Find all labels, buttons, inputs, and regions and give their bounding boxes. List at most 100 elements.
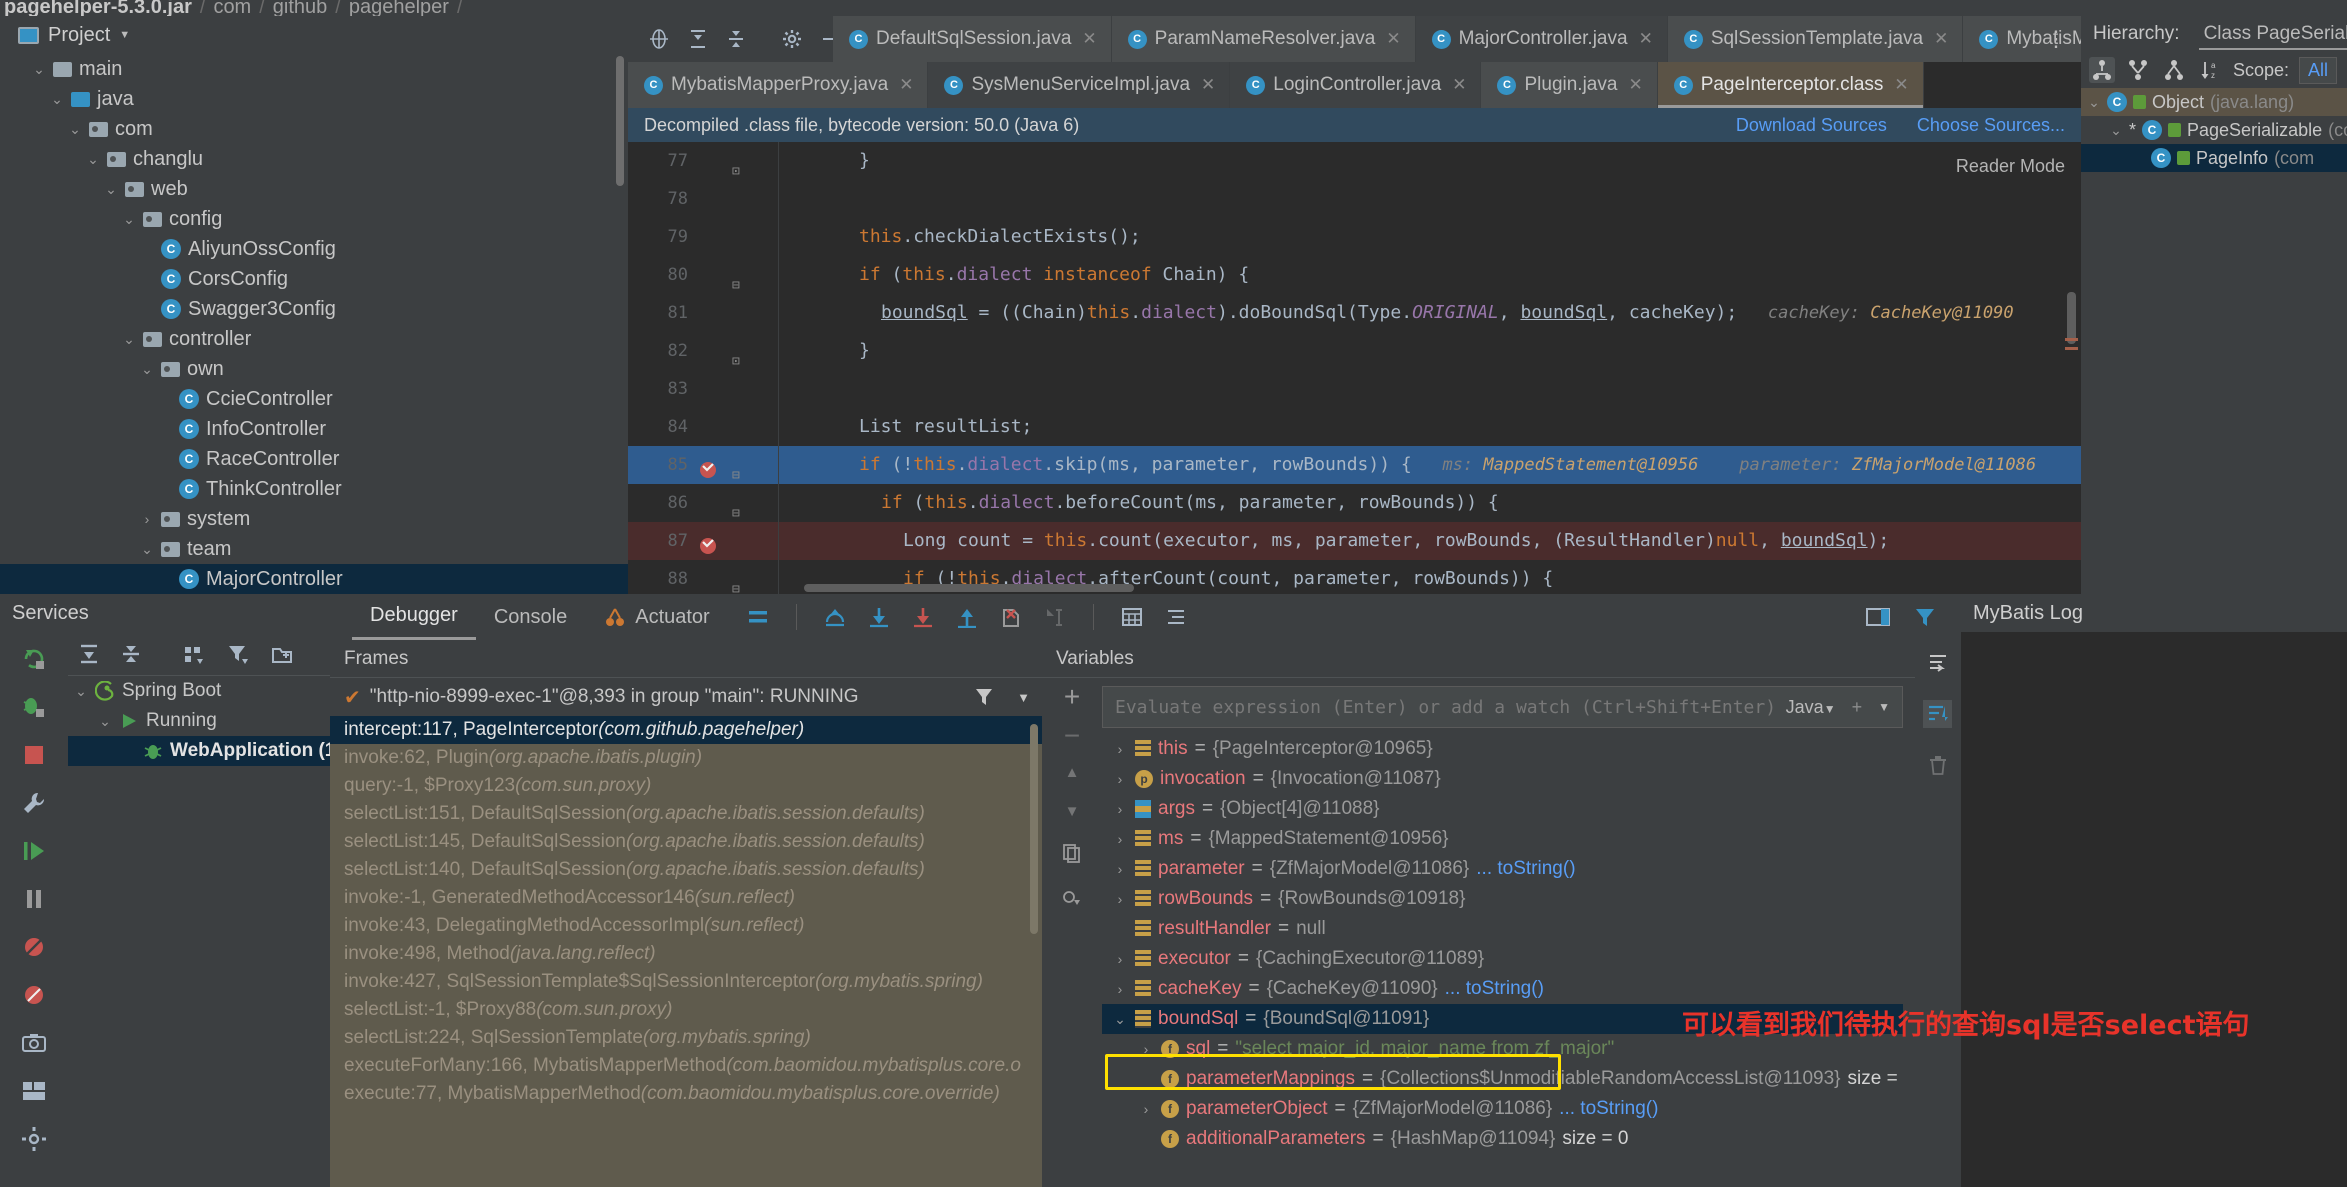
code-line-81[interactable]: 81boundSql = ((Chain)this.dialect).doBou… (628, 294, 2081, 332)
chevron-right-icon[interactable]: › (1112, 861, 1128, 877)
project-tree-item-swagger3config[interactable]: CSwagger3Config (0, 294, 628, 324)
thread-selector[interactable]: ✔ "http-nio-8999-exec-1"@8,393 in group … (330, 678, 1042, 716)
more-vertical-icon[interactable]: ⋮ (2045, 28, 2067, 50)
frame-item[interactable]: invoke:43, DelegatingMethodAccessorImpl … (330, 912, 1042, 940)
variable-row-executor[interactable]: ›executor = {CachingExecutor@11089} (1102, 944, 1903, 974)
run-to-cursor-icon[interactable] (1043, 606, 1067, 628)
frames-pane[interactable]: Frames ✔ "http-nio-8999-exec-1"@8,393 in… (330, 640, 1042, 1187)
code-line-84[interactable]: 84List resultList; (628, 408, 2081, 446)
project-tree-item-racecontroller[interactable]: CRaceController (0, 444, 628, 474)
settings-icon[interactable] (782, 29, 802, 49)
variables-pane[interactable]: Variables + − ▲ ▼ Evaluate expression (E… (1042, 640, 1961, 1187)
project-tool-window[interactable]: Project ▼ ⌄main⌄java⌄com⌄changlu⌄web⌄con… (0, 16, 628, 594)
frame-item[interactable]: intercept:117, PageInterceptor (com.gith… (330, 716, 1042, 744)
variable-row-this[interactable]: ›this = {PageInterceptor@10965} (1102, 734, 1903, 764)
mute-breakpoints-icon[interactable] (21, 934, 47, 960)
chevron-right-icon[interactable]: › (1138, 1101, 1154, 1117)
locate-icon[interactable] (648, 28, 670, 50)
filter-icon[interactable] (226, 643, 250, 665)
frame-item[interactable]: invoke:-1, GeneratedMethodAccessor146 (s… (330, 884, 1042, 912)
rerun-icon[interactable] (21, 646, 47, 672)
stop-icon[interactable] (21, 742, 47, 768)
project-tree-item-system[interactable]: ›system (0, 504, 628, 534)
chevron-down-icon[interactable]: ⌄ (122, 211, 136, 228)
chevron-down-icon[interactable]: ⌄ (32, 61, 46, 78)
chevron-right-icon[interactable]: › (1112, 981, 1128, 997)
fold-start-icon[interactable]: ⊟ (732, 571, 740, 594)
variable-row-args[interactable]: ›args = {Object[4]@11088} (1102, 794, 1903, 824)
collapse-all-icon[interactable] (726, 28, 746, 50)
breakpoint-icon[interactable] (698, 531, 718, 551)
layout-icon[interactable] (1865, 606, 1891, 628)
subtypes-icon[interactable] (2161, 57, 2187, 83)
hierarchy-subject[interactable]: Class PageSerializable (2204, 23, 2347, 45)
chevron-down-icon[interactable]: ⌄ (2087, 94, 2101, 111)
debugger-tabs[interactable]: Debugger Console Actuator (330, 594, 1961, 640)
services-toolbar[interactable] (68, 632, 330, 676)
chevron-right-icon[interactable]: › (1112, 831, 1128, 847)
variable-row-rowBounds[interactable]: ›rowBounds = {RowBounds@10918} (1102, 884, 1903, 914)
frame-item[interactable]: invoke:427, SqlSessionTemplate$SqlSessio… (330, 968, 1042, 996)
chevron-down-icon[interactable]: ⌄ (68, 121, 82, 138)
frame-item[interactable]: selectList:145, DefaultSqlSession (org.a… (330, 828, 1042, 856)
variable-row-additionalParameters[interactable]: fadditionalParameters = {HashMap@11094} … (1102, 1124, 1903, 1154)
chevron-right-icon[interactable]: › (1138, 1041, 1154, 1057)
frame-item[interactable]: selectList:224, SqlSessionTemplate (org.… (330, 1024, 1042, 1052)
frame-item[interactable]: selectList:140, DefaultSqlSession (org.a… (330, 856, 1042, 884)
step-into-icon[interactable] (867, 606, 891, 628)
force-step-into-icon[interactable] (911, 606, 935, 628)
hierarchy-item-object[interactable]: ⌄CObject (java.lang) (2081, 88, 2347, 116)
variable-row-cacheKey[interactable]: ›cacheKey = {CacheKey@11090} ... toStrin… (1102, 974, 1903, 1004)
frame-item[interactable]: invoke:62, Plugin (org.apache.ibatis.plu… (330, 744, 1042, 772)
editor-vertical-scrollbar[interactable] (2067, 292, 2076, 344)
chevron-right-icon[interactable]: › (1112, 801, 1128, 817)
services-tool-window[interactable]: Services (0, 594, 330, 1187)
editor-tabstrip-2[interactable]: CMybatisMapperProxy.java✕CSysMenuService… (628, 62, 1924, 108)
hierarchy-toolbar[interactable]: az Scope: All (2081, 52, 2347, 88)
variable-row-parameterObject[interactable]: ›fparameterObject = {ZfMajorModel@11086}… (1102, 1094, 1903, 1124)
supertypes-icon[interactable] (2125, 57, 2151, 83)
tab-debugger[interactable]: Debugger (352, 594, 476, 640)
code-line-80[interactable]: 80⊟if (this.dialect instanceof Chain) { (628, 256, 2081, 294)
tab-console[interactable]: Console (476, 594, 585, 640)
tostring-link[interactable]: ... toString() (1476, 858, 1575, 880)
variable-row-parameter[interactable]: ›parameter = {ZfMajorModel@11086} ... to… (1102, 854, 1903, 884)
breadcrumb-jar[interactable]: pagehelper-5.3.0.jar (4, 0, 192, 16)
chevron-down-icon[interactable]: ⌄ (74, 683, 88, 700)
chevron-down-icon[interactable]: ⌄ (140, 541, 154, 558)
project-tree-item-majorcontroller[interactable]: CMajorController (0, 564, 628, 594)
project-tree-item-config[interactable]: ⌄config (0, 204, 628, 234)
frame-item[interactable]: execute:77, MybatisMapperMethod (com.bao… (330, 1080, 1042, 1108)
chevron-down-icon[interactable]: ⌄ (2109, 122, 2123, 139)
variable-row-parameterMappings[interactable]: fparameterMappings = {Collections$Unmodi… (1102, 1064, 1903, 1094)
editor-tab-paramnameresolver-java[interactable]: CParamNameResolver.java✕ (1112, 16, 1416, 62)
project-tree-item-own[interactable]: ⌄own (0, 354, 628, 384)
drop-frame-icon[interactable] (999, 606, 1023, 628)
frame-item[interactable]: selectList:151, DefaultSqlSession (org.a… (330, 800, 1042, 828)
mute-icon[interactable] (1164, 606, 1188, 628)
close-icon[interactable]: ✕ (1628, 75, 1642, 95)
expand-all-icon[interactable] (688, 28, 708, 50)
add-watch-icon[interactable]: + (1852, 697, 1863, 718)
step-over-icon[interactable] (823, 606, 847, 628)
frame-item[interactable]: executeForMany:166, MybatisMapperMethod … (330, 1052, 1042, 1080)
breadcrumb-part-1[interactable]: github (273, 0, 328, 16)
project-tree-item-web[interactable]: ⌄web (0, 174, 628, 204)
project-tree-item-corsconfig[interactable]: CCorsConfig (0, 264, 628, 294)
tab-actuator[interactable]: Actuator (585, 594, 727, 640)
services-item-webapplication[interactable]: WebApplication (1) :8999 (68, 736, 330, 766)
chevron-down-icon[interactable]: ▼ (1878, 700, 1890, 714)
code-lines[interactable]: 77⊡}7879this.checkDialectExists();80⊟if … (628, 142, 2081, 594)
editor-tab-sysmenuserviceimpl-java[interactable]: CSysMenuServiceImpl.java✕ (928, 62, 1230, 108)
variables-tree[interactable]: ›this = {PageInterceptor@10965}›pinvocat… (1102, 734, 1903, 1187)
code-line-83[interactable]: 83 (628, 370, 2081, 408)
code-line-79[interactable]: 79this.checkDialectExists(); (628, 218, 2081, 256)
project-tree-item-team[interactable]: ⌄team (0, 534, 628, 564)
project-tree-item-aliyunossconfig[interactable]: CAliyunOssConfig (0, 234, 628, 264)
chevron-down-icon[interactable]: ⌄ (122, 331, 136, 348)
editor-horizontal-scrollbar[interactable] (804, 584, 1134, 592)
code-line-87[interactable]: 87Long count = this.count(executor, ms, … (628, 522, 2081, 560)
editor-tab-mybatismapperproxy-java[interactable]: CMybatisMapperProxy.java✕ (628, 62, 928, 108)
evaluate-expression-input[interactable]: Evaluate expression (Enter) or add a wat… (1102, 686, 1903, 728)
set-value-icon[interactable] (1061, 886, 1083, 908)
